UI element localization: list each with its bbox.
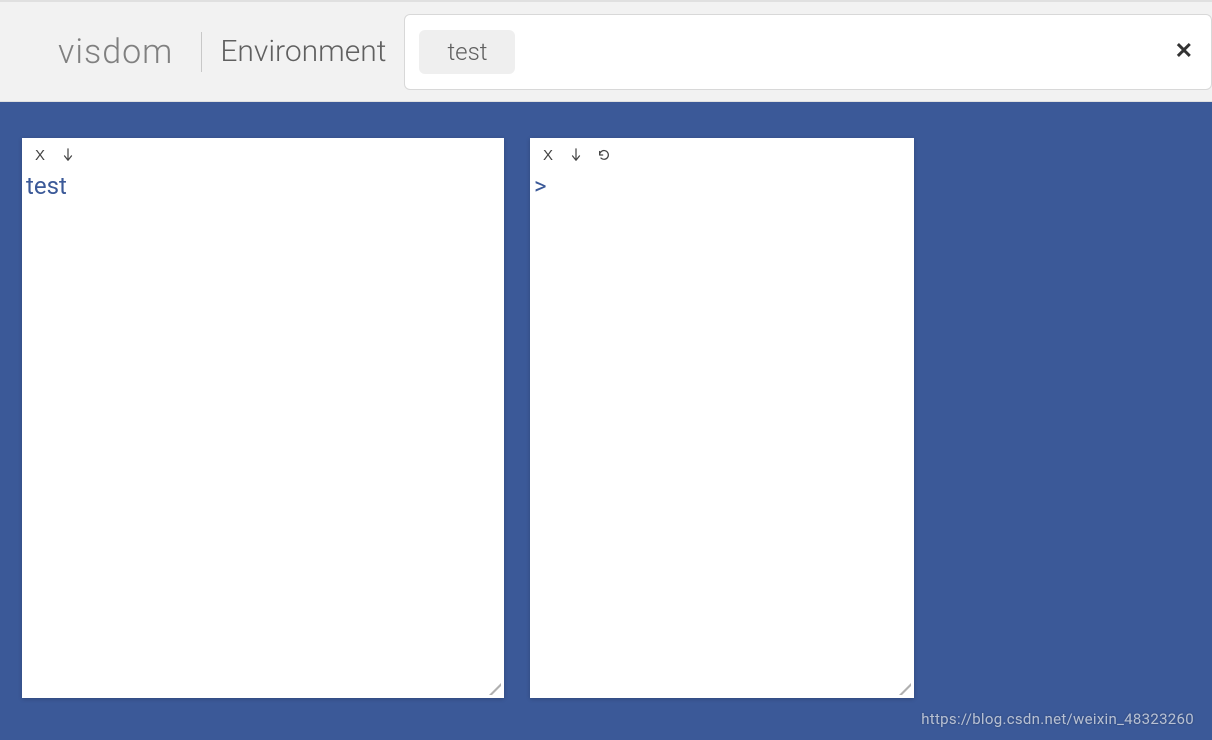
panel-2-header[interactable]: X — [530, 138, 914, 172]
clear-icon[interactable]: ✕ — [1175, 41, 1193, 63]
brand-logo[interactable]: visdom — [58, 32, 201, 72]
environment-tag[interactable]: test — [419, 30, 515, 74]
watermark-text: https://blog.csdn.net/weixin_48323260 — [921, 710, 1194, 728]
main-workspace: X test X > — [0, 102, 1212, 740]
close-icon[interactable]: X — [32, 147, 48, 163]
panel-1-body: test — [22, 172, 504, 698]
panel-2[interactable]: X > — [530, 138, 914, 698]
arrow-down-icon[interactable] — [568, 147, 584, 163]
panel-2-body: > — [530, 172, 914, 698]
resize-handle-icon[interactable] — [486, 680, 502, 696]
navbar-divider — [201, 32, 202, 72]
environment-selector[interactable]: test ✕ — [404, 14, 1212, 90]
environment-label: Environment — [220, 34, 386, 69]
panel-1-header[interactable]: X — [22, 138, 504, 172]
resize-handle-icon[interactable] — [896, 680, 912, 696]
navbar: visdom Environment test ✕ — [0, 2, 1212, 102]
panel-1[interactable]: X test — [22, 138, 504, 698]
refresh-icon[interactable] — [596, 147, 612, 163]
panel-2-content: > — [534, 172, 910, 201]
arrow-down-icon[interactable] — [60, 147, 76, 163]
close-icon[interactable]: X — [540, 147, 556, 163]
panel-1-content: test — [26, 172, 500, 201]
